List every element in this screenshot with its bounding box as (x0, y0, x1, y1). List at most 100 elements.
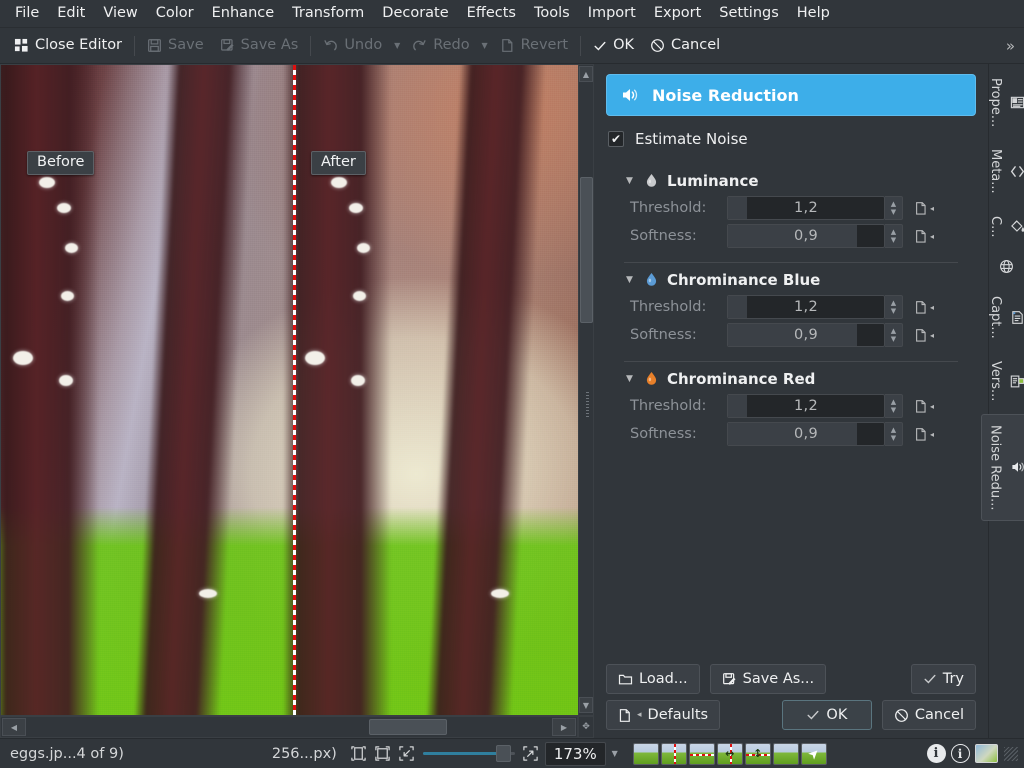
undo-button[interactable]: Undo (315, 34, 390, 57)
preview-mouse-over[interactable]: ➤ (800, 742, 827, 765)
scroll-left-button[interactable]: ◀ (2, 718, 26, 736)
menu-edit[interactable]: Edit (48, 2, 94, 25)
pan-tool-icon[interactable]: ✥ (578, 716, 594, 738)
scroll-up-button[interactable]: ▲ (579, 66, 593, 82)
undo-dropdown-arrow-icon[interactable]: ▼ (390, 33, 404, 59)
softness-spinner-buttons[interactable]: ▲ ▼ (885, 323, 903, 347)
scroll-down-button[interactable]: ▼ (579, 697, 593, 713)
load-preset-button[interactable]: Load... (606, 664, 700, 694)
toolbar-overflow-button[interactable]: » (1001, 35, 1020, 57)
threshold-spinner-buttons[interactable]: ▲ ▼ (885, 196, 903, 220)
menu-tools[interactable]: Tools (525, 2, 579, 25)
toolbar-cancel-button[interactable]: Cancel (642, 34, 728, 57)
menu-import[interactable]: Import (579, 2, 645, 25)
vertical-scroll-thumb[interactable] (580, 177, 593, 323)
zoom-dropdown-button[interactable]: ▼ (605, 741, 624, 766)
threshold-reset-button[interactable]: ◂ (911, 295, 937, 319)
close-editor-button[interactable]: Close Editor (6, 34, 130, 57)
globe-map-icon (999, 259, 1014, 274)
sidebar-tab-vers[interactable]: Vers... (982, 351, 1024, 411)
threshold-reset-button[interactable]: ◂ (911, 394, 937, 418)
preview-horizontal-duplicate[interactable]: ↕ (744, 742, 771, 765)
group-header-chrominance-red[interactable]: ▼ Chrominance Red (606, 362, 976, 392)
softness-spinner-buttons[interactable]: ▲ ▼ (885, 224, 903, 248)
zoom-fit-expand-icon[interactable] (519, 743, 543, 765)
softness-slider[interactable]: 0,9 (727, 224, 885, 248)
softness-slider[interactable]: 0,9 (727, 323, 885, 347)
threshold-spinner-buttons[interactable]: ▲ ▼ (885, 394, 903, 418)
group-expand-caret-icon[interactable]: ▼ (626, 374, 636, 384)
color-managed-view-icon[interactable] (972, 743, 1000, 765)
menu-enhance[interactable]: Enhance (203, 2, 284, 25)
preview-horizontal-split[interactable] (688, 742, 715, 765)
group-header-luminance[interactable]: ▼ Luminance (606, 164, 976, 194)
sidebar-tab-capt[interactable]: Capt... (982, 286, 1024, 349)
fit-to-selection-icon[interactable] (371, 743, 395, 765)
threshold-slider[interactable]: 1,2 (727, 295, 885, 319)
softness-slider[interactable]: 0,9 (727, 422, 885, 446)
defaults-button[interactable]: ◂ Defaults (606, 700, 721, 730)
scroll-right-button[interactable]: ▶ (552, 718, 576, 736)
menu-view[interactable]: View (94, 2, 146, 25)
revert-button[interactable]: Revert (492, 34, 577, 57)
sidebar-tab-meta[interactable]: Meta... (982, 139, 1024, 204)
preview-original[interactable] (632, 742, 659, 765)
save-preset-button[interactable]: Save As... (709, 664, 827, 694)
sidebar-tab-map[interactable] (993, 249, 1020, 284)
zoom-to-fit-icon[interactable] (395, 743, 419, 765)
threshold-slider[interactable]: 1,2 (727, 394, 885, 418)
threshold-slider[interactable]: 1,2 (727, 196, 885, 220)
panel-cancel-button[interactable]: Cancel (881, 700, 976, 730)
redo-button[interactable]: Redo (404, 34, 477, 57)
canvas-vertical-scrollbar[interactable]: ▲ ▼ (578, 64, 594, 716)
preview-vertical-duplicate[interactable]: ↔ (716, 742, 743, 765)
softness-reset-button[interactable]: ◂ (911, 422, 937, 446)
softness-reset-button[interactable]: ◂ (911, 224, 937, 248)
toolbar-ok-button[interactable]: OK (585, 34, 642, 57)
canvas-horizontal-scrollbar[interactable]: ◀ ▶ (0, 716, 578, 738)
slider-fill (728, 423, 858, 445)
threshold-spinner-buttons[interactable]: ▲ ▼ (885, 295, 903, 319)
threshold-label: Threshold: (630, 200, 707, 216)
sidebar-tab-c[interactable]: C... (982, 206, 1024, 247)
before-after-divider[interactable] (293, 65, 296, 715)
menu-transform[interactable]: Transform (283, 2, 373, 25)
group-expand-caret-icon[interactable]: ▼ (626, 176, 636, 186)
sidebar-tab-noise-redu[interactable]: Noise Redu... (980, 413, 1024, 522)
photo-egg (357, 243, 370, 253)
menu-settings[interactable]: Settings (710, 2, 787, 25)
horizontal-scroll-thumb[interactable] (369, 719, 447, 735)
softness-reset-button[interactable]: ◂ (911, 323, 937, 347)
main-toolbar: Close Editor Save Save As Undo ▼ Redo ▼ … (0, 28, 1024, 64)
softness-spinner-buttons[interactable]: ▲ ▼ (885, 422, 903, 446)
window-resize-grip[interactable] (1004, 746, 1018, 761)
estimate-noise-row[interactable]: ✔ Estimate Noise (608, 130, 974, 148)
info-outline-icon[interactable]: i (948, 743, 972, 765)
save-button[interactable]: Save (139, 34, 212, 57)
image-preview-canvas[interactable]: Before After (0, 64, 578, 716)
menu-color[interactable]: Color (147, 2, 203, 25)
menu-effects[interactable]: Effects (458, 2, 525, 25)
panel-spacer (606, 448, 976, 658)
menu-file[interactable]: File (6, 2, 48, 25)
colors-bucket-icon (1010, 219, 1024, 234)
redo-dropdown-arrow-icon[interactable]: ▼ (478, 33, 492, 59)
save-as-button[interactable]: Save As (212, 34, 307, 57)
thumbnail-size-slider[interactable] (422, 743, 515, 765)
menu-export[interactable]: Export (645, 2, 710, 25)
fit-to-window-icon[interactable] (347, 743, 371, 765)
zoom-level-box[interactable]: 173% (544, 741, 606, 766)
thumb-slider-handle[interactable] (495, 745, 511, 762)
threshold-reset-button[interactable]: ◂ (911, 196, 937, 220)
info-filled-icon[interactable]: i (924, 743, 948, 765)
estimate-noise-checkbox[interactable]: ✔ (608, 131, 624, 147)
menu-decorate[interactable]: Decorate (373, 2, 457, 25)
sidebar-tab-prope[interactable]: Prope... (982, 68, 1024, 137)
preview-vertical-split[interactable] (660, 742, 687, 765)
group-expand-caret-icon[interactable]: ▼ (626, 275, 636, 285)
try-button[interactable]: Try (910, 664, 976, 694)
preview-target-only[interactable] (772, 742, 799, 765)
panel-ok-button[interactable]: OK (781, 700, 872, 730)
menu-help[interactable]: Help (788, 2, 839, 25)
group-header-chrominance-blue[interactable]: ▼ Chrominance Blue (606, 263, 976, 293)
